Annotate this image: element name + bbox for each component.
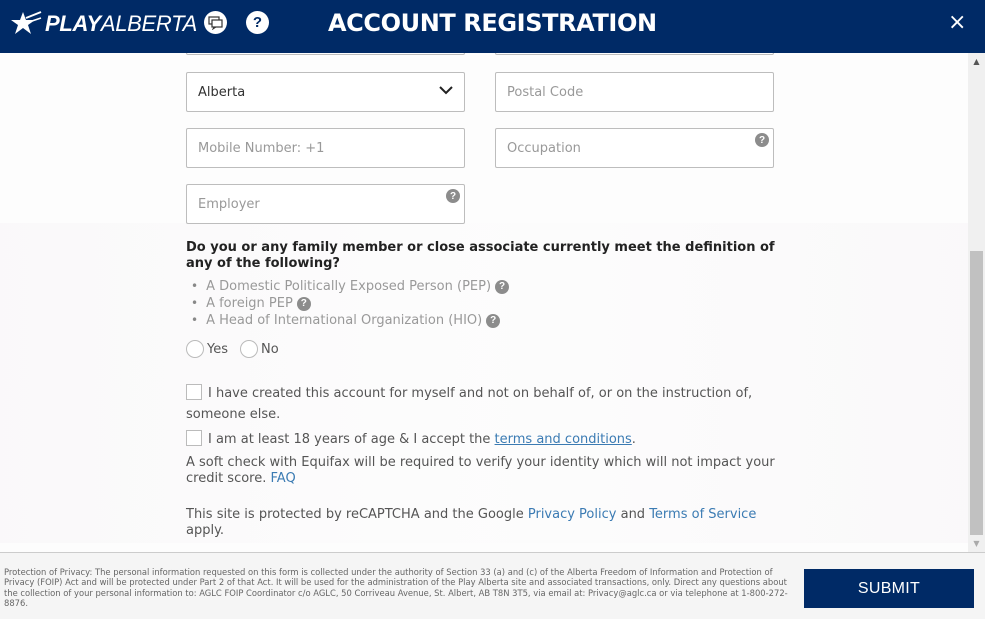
cut-off-field-right[interactable] bbox=[495, 53, 774, 55]
close-icon[interactable]: × bbox=[948, 10, 966, 35]
help-icon: ? bbox=[252, 14, 263, 31]
chat-icon bbox=[208, 15, 223, 30]
list-item: A foreign PEP? bbox=[191, 295, 509, 312]
help-icon[interactable]: ? bbox=[495, 279, 510, 294]
occupation-placeholder: Occupation bbox=[507, 140, 581, 156]
help-icon[interactable]: ? bbox=[296, 296, 311, 311]
footer: Protection of Privacy: The personal info… bbox=[0, 552, 985, 619]
self-account-row: I have created this account for myself a… bbox=[186, 383, 776, 425]
province-value: Alberta bbox=[198, 84, 246, 100]
equifax-notice: A soft check with Equifax will be requir… bbox=[186, 455, 775, 486]
mobile-number-input[interactable]: Mobile Number: +1 bbox=[186, 128, 465, 168]
privacy-policy-link[interactable]: Privacy Policy bbox=[528, 507, 617, 522]
privacy-notice: Protection of Privacy: The personal info… bbox=[4, 567, 788, 608]
help-icon[interactable]: ? bbox=[486, 313, 501, 328]
help-icon[interactable]: ? bbox=[755, 133, 769, 147]
chevron-down-icon bbox=[439, 86, 453, 95]
occupation-input[interactable]: Occupation ? bbox=[495, 128, 774, 168]
terms-of-service-link[interactable]: Terms of Service bbox=[649, 507, 756, 522]
radio-yes-label[interactable]: Yes bbox=[207, 342, 228, 357]
pep-question: Do you or any family member or close ass… bbox=[186, 240, 775, 271]
radio-no[interactable] bbox=[240, 340, 258, 358]
list-item: A Head of International Organization (HI… bbox=[191, 312, 509, 329]
list-item: A Domestic Politically Exposed Person (P… bbox=[191, 278, 510, 295]
employer-input[interactable]: Employer ? bbox=[186, 184, 465, 224]
self-account-label: I have created this account for myself a… bbox=[186, 386, 753, 422]
mobile-number-placeholder: Mobile Number: +1 bbox=[198, 140, 325, 156]
radio-yes[interactable] bbox=[186, 340, 204, 358]
header-bar: PLAYALBERTA ? ACCOUNT REGISTRATION × bbox=[0, 0, 985, 53]
help-icon[interactable]: ? bbox=[446, 189, 460, 203]
pep-radio-group: Yes No bbox=[186, 340, 291, 358]
recaptcha-notice: This site is protected by reCAPTCHA and … bbox=[186, 507, 757, 538]
logo-wordmark: PLAYALBERTA bbox=[45, 11, 197, 36]
employer-placeholder: Employer bbox=[198, 196, 260, 212]
age-terms-label: I am at least 18 years of age & I accept… bbox=[208, 432, 495, 447]
pep-list: A Domestic Politically Exposed Person (P… bbox=[191, 278, 510, 329]
scroll-down-arrow-icon[interactable]: ▼ bbox=[968, 535, 985, 552]
page-title: ACCOUNT REGISTRATION bbox=[328, 9, 657, 37]
self-account-checkbox[interactable] bbox=[186, 384, 202, 400]
help-button[interactable]: ? bbox=[246, 11, 269, 34]
cut-off-field-left[interactable] bbox=[186, 53, 465, 55]
terms-link[interactable]: terms and conditions bbox=[495, 432, 632, 447]
postal-code-placeholder: Postal Code bbox=[507, 84, 584, 100]
registration-form: Alberta Postal Code Mobile Number: +1 Oc… bbox=[0, 53, 968, 552]
submit-button[interactable]: SUBMIT bbox=[804, 569, 974, 608]
province-select[interactable]: Alberta bbox=[186, 72, 465, 112]
scrollbar-thumb[interactable] bbox=[970, 251, 983, 535]
faq-link[interactable]: FAQ bbox=[271, 471, 296, 486]
scrollbar[interactable]: ▲ ▼ bbox=[968, 53, 985, 552]
play-alberta-logo[interactable]: PLAYALBERTA bbox=[10, 9, 197, 39]
scroll-up-arrow-icon[interactable]: ▲ bbox=[968, 53, 985, 70]
age-terms-checkbox[interactable] bbox=[186, 430, 202, 446]
star-logo-icon bbox=[11, 11, 42, 34]
postal-code-input[interactable]: Postal Code bbox=[495, 72, 774, 112]
chat-button[interactable] bbox=[204, 11, 227, 34]
age-terms-row: I am at least 18 years of age & I accept… bbox=[186, 429, 776, 450]
radio-no-label[interactable]: No bbox=[261, 342, 279, 357]
